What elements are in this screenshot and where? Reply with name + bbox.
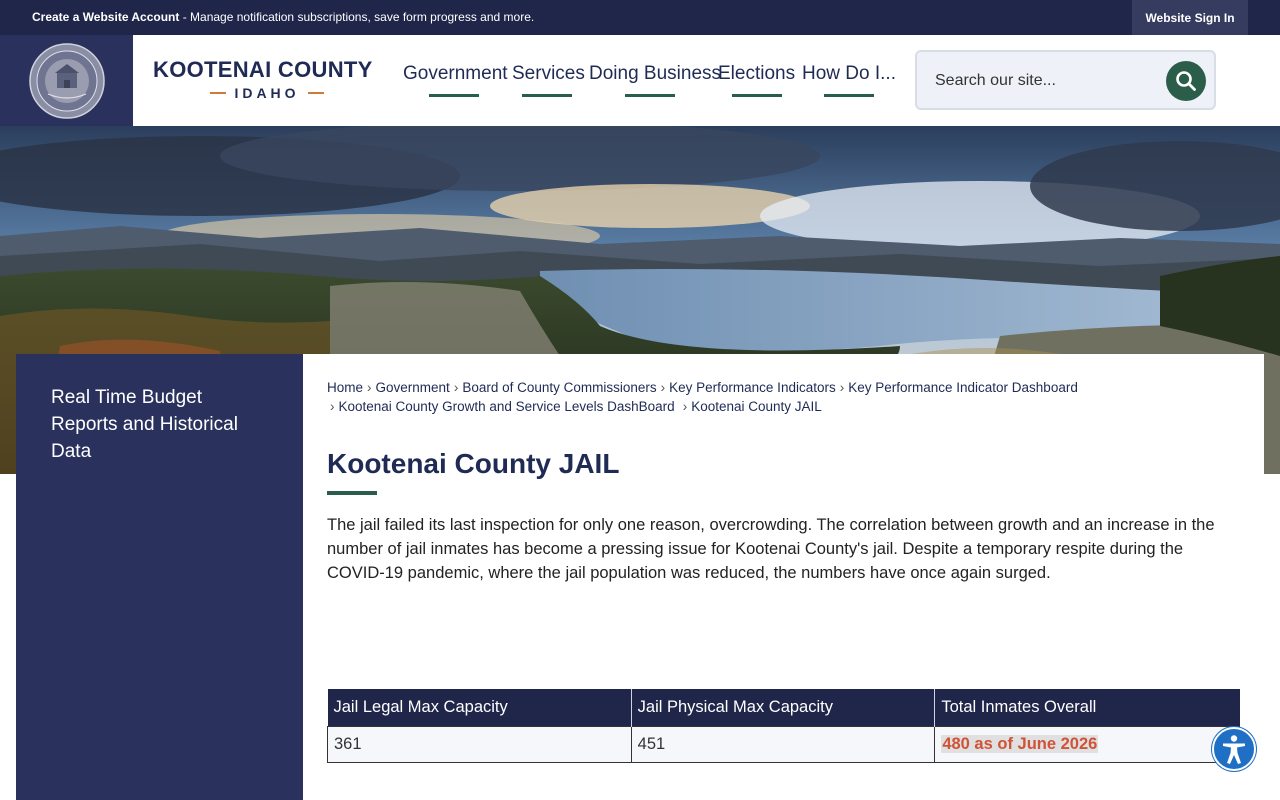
county-seal-home-link[interactable] [0,35,133,126]
breadcrumb-separator: › [682,399,688,414]
jail-capacity-table: Jail Legal Max Capacity Jail Physical Ma… [327,689,1240,763]
breadcrumb-current: Kootenai County JAIL [691,399,822,414]
logo-state-name: IDAHO [234,85,300,101]
logo-state-row: IDAHO [153,85,381,101]
title-underline [327,491,377,495]
logo-county-name: KOOTENAI COUNTY [153,57,373,82]
nav-underline [732,94,782,97]
create-account-link[interactable]: Create a Website Account - Manage notifi… [32,10,534,24]
site-header: KOOTENAI COUNTY IDAHO Government Service… [0,35,1280,126]
county-logo[interactable]: KOOTENAI COUNTY IDAHO [153,57,383,107]
total-inmates-highlight: 480 as of June 2026 [941,734,1099,753]
nav-how-do-i[interactable]: How Do I... [802,63,896,103]
accessibility-button[interactable] [1212,727,1256,771]
nav-doing-business-label: Doing Business [589,63,722,84]
nav-services-label: Services [512,63,585,84]
sidebar-nav: Real Time Budget Reports and Historical … [16,354,303,800]
breadcrumb-kpi[interactable]: Key Performance Indicators [669,380,836,395]
nav-elections-label: Elections [718,63,796,84]
intro-paragraph: The jail failed its last inspection for … [327,516,1215,582]
nav-government-label: Government [403,63,508,84]
breadcrumb-growth-dashboard[interactable]: Kootenai County Growth and Service Level… [339,399,675,414]
create-account-label[interactable]: Create a Website Account [32,10,179,24]
breadcrumb-separator: › [660,380,666,395]
logo-dash-left [210,92,227,94]
nav-government[interactable]: Government [403,63,508,103]
logo-dash-right [307,92,324,94]
breadcrumb-board-of-commissioners[interactable]: Board of County Commissioners [462,380,656,395]
nav-underline [824,94,874,97]
nav-underline [522,94,572,97]
table-header-row: Jail Legal Max Capacity Jail Physical Ma… [327,689,1240,726]
nav-how-do-i-label: How Do I... [802,63,896,84]
header-total-inmates: Total Inmates Overall [934,689,1240,726]
search-icon [1176,71,1196,91]
accessibility-icon [1223,735,1245,764]
county-seal-icon [28,42,105,119]
breadcrumb-home[interactable]: Home [327,380,363,395]
website-sign-in-button[interactable]: Website Sign In [1132,0,1248,35]
breadcrumb-separator: › [330,399,335,414]
main-content: Home › Government › Board of County Commissi… [303,354,1264,800]
cell-physical-max: 451 [630,725,936,763]
cell-legal-max: 361 [327,725,632,763]
breadcrumb-separator: › [453,380,459,395]
breadcrumb: Home › Government › Board of County Commissi… [327,378,1247,416]
breadcrumb-government[interactable]: Government [376,380,450,395]
site-search [915,50,1216,110]
top-utility-bar: Create a Website Account - Manage notifi… [0,0,1280,35]
cell-total-inmates: 480 as of June 2026 [934,725,1240,763]
nav-elections[interactable]: Elections [718,63,795,103]
page-title: Kootenai County JAIL [327,448,620,479]
search-button[interactable] [1166,61,1206,101]
search-input[interactable] [935,68,1155,94]
breadcrumb-separator: › [839,380,845,395]
header-legal-max: Jail Legal Max Capacity [327,689,632,726]
nav-underline [625,94,675,97]
nav-underline [429,94,479,97]
sidebar-item-budget-reports[interactable]: Real Time Budget Reports and Historical … [51,384,271,465]
nav-doing-business[interactable]: Doing Business [589,63,721,103]
header-physical-max: Jail Physical Max Capacity [631,689,936,726]
nav-services[interactable]: Services [512,63,585,103]
table-row: 361 451 480 as of June 2026 [327,725,1240,763]
breadcrumb-kpi-dashboard[interactable]: Key Performance Indicator Dashboard [848,380,1078,395]
create-account-description: - Manage notification subscriptions, sav… [179,10,535,24]
breadcrumb-separator: › [367,380,372,395]
